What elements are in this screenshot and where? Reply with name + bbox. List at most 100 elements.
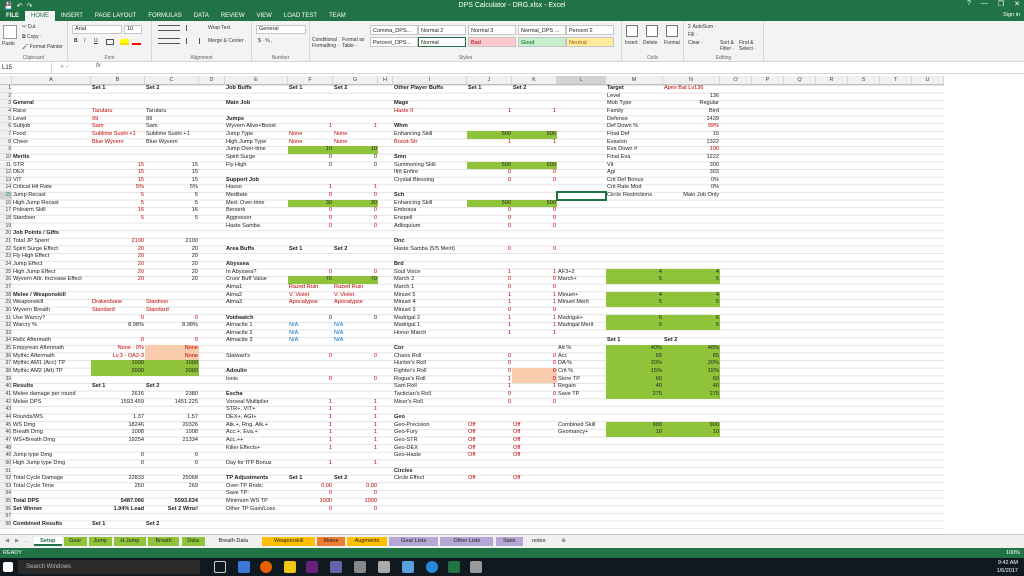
cell-F55[interactable]: 1000 <box>288 498 333 506</box>
cell-I32[interactable]: Madrigal 1 <box>393 322 467 330</box>
column-header-R[interactable]: R <box>816 76 848 85</box>
cell-K7[interactable]: 500 <box>512 130 557 139</box>
cell-E28[interactable]: Atma2 <box>225 292 288 300</box>
cell-N37[interactable]: 20% <box>663 360 720 369</box>
cell-E39[interactable]: Ionis <box>225 376 288 384</box>
cell-F8[interactable]: None <box>288 139 333 147</box>
cell-F29[interactable]: Apocalypse <box>288 299 333 307</box>
row-header-46[interactable]: 46 <box>0 429 12 437</box>
next-sheet-icon[interactable]: ▶ <box>13 537 21 546</box>
cell-B53[interactable]: 250 <box>91 483 145 491</box>
cell-F1[interactable]: Set 1 <box>288 85 333 93</box>
cell-J13[interactable]: 0 <box>467 177 512 185</box>
cell-G47[interactable]: 1 <box>333 437 378 445</box>
cell-F18[interactable]: 0 <box>288 215 333 223</box>
column-header-U[interactable]: U <box>912 76 944 85</box>
select-all-corner[interactable] <box>0 76 12 85</box>
cell-N2[interactable]: 136 <box>663 93 720 101</box>
cell-C47[interactable]: 21334 <box>145 437 199 445</box>
cell-I11[interactable]: Summoning Skill <box>393 162 467 170</box>
column-header-K[interactable]: K <box>512 76 557 85</box>
sheet-tab-gear[interactable]: Gear <box>63 537 87 546</box>
column-header-P[interactable]: P <box>752 76 784 85</box>
cell-M46[interactable]: 10 <box>606 429 663 437</box>
cell-F16[interactable]: 30 <box>288 199 333 208</box>
cell-A29[interactable]: Weaponskill <box>12 299 91 307</box>
cell-B12[interactable]: 15 <box>91 169 145 177</box>
cell-C34[interactable]: 0 <box>145 337 199 345</box>
cell-A50[interactable]: High Jump type Dmg <box>12 460 91 468</box>
cell-A32[interactable]: Warcry % <box>12 322 91 330</box>
window-control-3[interactable]: ✕ <box>1014 0 1020 8</box>
cell-M12[interactable]: Agi <box>606 169 663 177</box>
cell-style-6[interactable]: Normal <box>418 37 466 47</box>
cell-I51[interactable]: Circles <box>393 468 467 476</box>
cell-J36[interactable]: 0 <box>467 353 512 361</box>
cell-B45[interactable]: 18246 <box>91 422 145 430</box>
cell-E27[interactable]: Atma1 <box>225 284 288 292</box>
cell-K32[interactable]: 1 <box>512 322 557 330</box>
cell-J48[interactable]: Off <box>467 445 512 453</box>
cell-M38[interactable]: 15% <box>606 368 663 376</box>
cell-G46[interactable]: 1 <box>333 429 378 437</box>
font-color-icon[interactable] <box>132 39 141 45</box>
cell-I36[interactable]: Chaos Roll <box>393 353 467 361</box>
cell-G14[interactable]: 1 <box>333 184 378 192</box>
cell-G45[interactable]: 1 <box>333 422 378 430</box>
row-header-41[interactable]: 41 <box>0 391 12 399</box>
cell-B37[interactable]: 1000 <box>91 360 145 369</box>
cell-C4[interactable]: Tarutaru <box>145 108 199 116</box>
cell-C5[interactable]: 99 <box>145 116 199 124</box>
cell-F19[interactable]: 0 <box>288 223 333 231</box>
row-header-24[interactable]: 24 <box>0 260 12 269</box>
cell-I16[interactable]: Enhancing Skill <box>393 200 467 208</box>
cell-B58[interactable]: Set 1 <box>91 521 145 529</box>
cell-B26[interactable]: 20 <box>91 276 145 284</box>
cell-G50[interactable]: 1 <box>333 460 378 468</box>
paste-button[interactable]: Paste <box>2 41 15 47</box>
cell-N11[interactable]: 300 <box>663 162 720 170</box>
cell-N36[interactable]: 65 <box>663 352 720 361</box>
cell-E36[interactable]: Stalwart's <box>225 353 288 361</box>
cell-L40[interactable]: Regain <box>557 383 606 391</box>
cell-I21[interactable]: Dnc <box>393 238 467 246</box>
cell-C8[interactable]: Blue Wyvern <box>145 139 199 147</box>
cell-G44[interactable]: 1 <box>333 414 378 422</box>
ribbon-tab-team[interactable]: TEAM <box>323 11 352 21</box>
sheet-tab-gear-lists[interactable]: Gear Lists <box>389 537 439 546</box>
cell-G25[interactable]: 0 <box>333 269 378 277</box>
cell-E3[interactable]: Main Job <box>225 100 288 108</box>
cell-K46[interactable]: Off <box>512 429 557 437</box>
cell-N35[interactable]: 40% <box>663 345 720 353</box>
cell-A40[interactable]: Results <box>12 383 91 391</box>
cell-F44[interactable]: 1 <box>288 414 333 422</box>
app-icon-6[interactable] <box>470 561 482 573</box>
cell-C11[interactable]: 15 <box>145 162 199 170</box>
cell-C24[interactable]: 20 <box>145 261 199 269</box>
cell-A55[interactable]: Total DPS <box>12 498 91 506</box>
cell-style-8[interactable]: Good <box>518 37 566 47</box>
cell-I3[interactable]: Mage <box>393 100 467 108</box>
cell-G48[interactable]: 1 <box>333 445 378 453</box>
row-header-57[interactable]: 57 <box>0 513 12 522</box>
cell-C29[interactable]: Stardiver <box>145 299 199 307</box>
row-header-22[interactable]: 22 <box>0 245 12 254</box>
name-box[interactable]: L15 <box>0 63 52 73</box>
cell-M26[interactable]: 5 <box>606 276 663 284</box>
cell-M15[interactable]: Circle Restrictions <box>606 192 663 200</box>
cell-N3[interactable]: Regular <box>663 100 720 108</box>
sheet-tab-h-jump[interactable]: H.Jump <box>113 537 146 546</box>
cell-I17[interactable]: Embrava <box>393 207 467 215</box>
cell-A16[interactable]: High Jump Recast <box>12 200 91 208</box>
cell-K22[interactable]: 0 <box>512 246 557 254</box>
cell-J52[interactable]: Off <box>467 475 512 483</box>
cell-K28[interactable]: 1 <box>512 292 557 300</box>
cell-E25[interactable]: In Abyssea? <box>225 269 288 277</box>
cell-N31[interactable]: 6 <box>663 314 720 323</box>
fill-button[interactable]: Fill · <box>688 32 697 38</box>
cell-K8[interactable]: 1 <box>512 139 557 147</box>
ribbon-tab-home[interactable]: HOME <box>25 11 55 21</box>
cell-style-1[interactable]: Normal 2 <box>418 25 466 35</box>
row-header-37[interactable]: 37 <box>0 360 12 369</box>
cell-A18[interactable]: Stardiver <box>12 215 91 223</box>
